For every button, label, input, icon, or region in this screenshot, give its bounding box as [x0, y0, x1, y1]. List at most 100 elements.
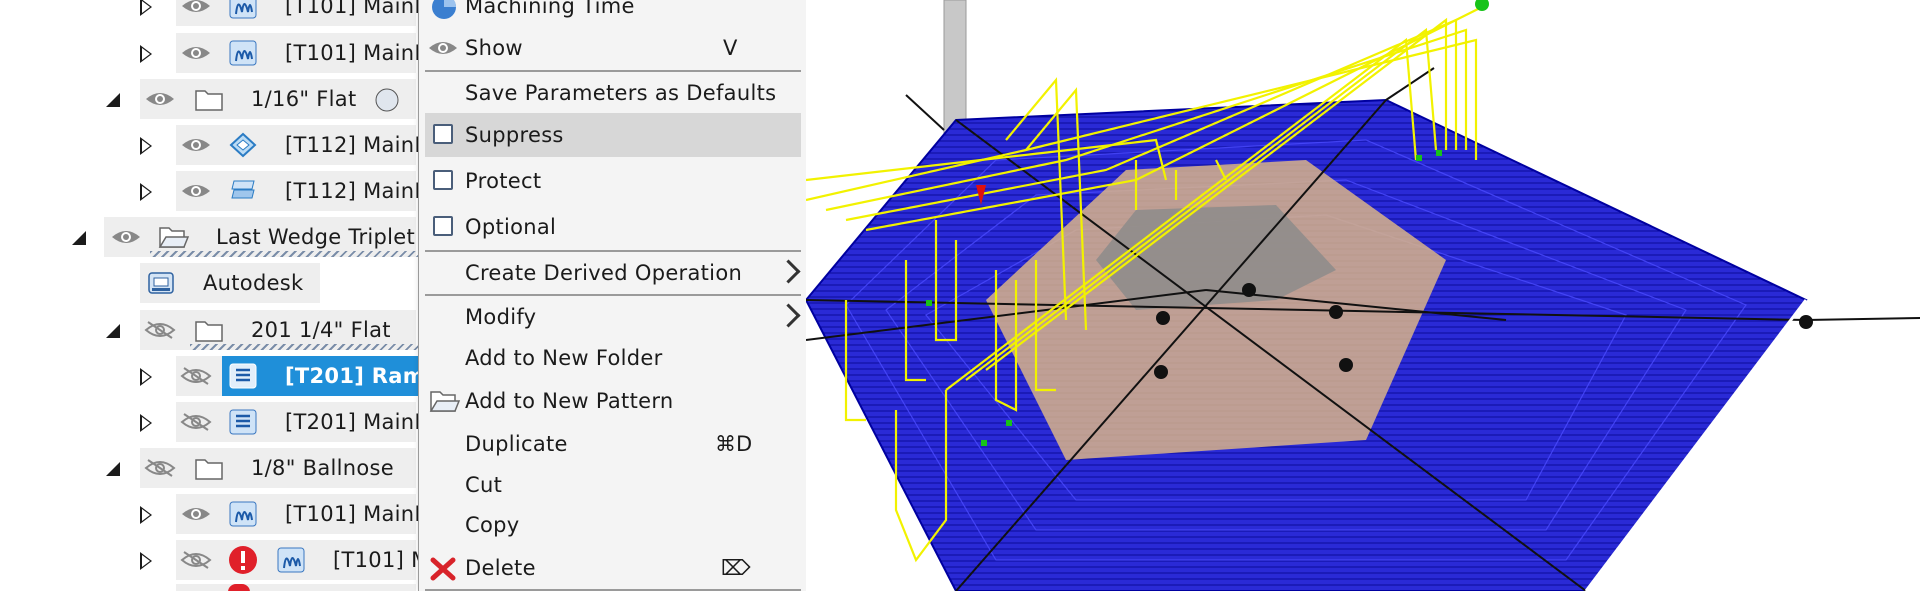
shortcut-label: V — [723, 36, 738, 60]
tree-row-operation[interactable]: [T112] MainH — [0, 125, 418, 165]
expand-arrow-icon[interactable] — [140, 506, 152, 524]
expand-arrow-icon[interactable] — [140, 368, 152, 386]
protect-checkbox[interactable] — [433, 170, 453, 190]
collapse-arrow-icon[interactable] — [72, 231, 86, 245]
tool-icon — [375, 88, 399, 112]
tree-row-machine[interactable]: Autodesk — [0, 263, 418, 303]
toolpath-2d-icon — [229, 0, 257, 19]
menu-item-copy[interactable]: Copy — [425, 505, 801, 545]
menu-separator — [425, 70, 801, 72]
tree-row-label: Last Wedge Triplet — [216, 225, 416, 249]
tree-row-operation-error[interactable]: [T101] M — [0, 540, 418, 580]
tree-row-operation[interactable]: [T101] MainH — [0, 0, 418, 26]
menu-item-label: Protect — [465, 169, 542, 193]
machine-icon — [148, 272, 174, 294]
collapse-arrow-icon[interactable] — [106, 324, 120, 338]
toolpath-2d-icon — [229, 501, 257, 527]
menu-item-label: Suppress — [465, 123, 564, 147]
eye-off-icon[interactable] — [180, 366, 212, 386]
eye-icon[interactable] — [180, 0, 212, 16]
tree-row-setup[interactable]: Last Wedge Triplet — [0, 217, 418, 257]
tree-row-label: [T112] MainH — [285, 179, 418, 203]
eye-off-icon[interactable] — [144, 458, 176, 478]
menu-item-label: Duplicate — [465, 432, 568, 456]
expand-arrow-icon[interactable] — [140, 183, 152, 201]
setup-folder-icon — [158, 227, 190, 248]
menu-item-label: Create Derived Operation — [465, 261, 743, 285]
toolpath-simulation-view[interactable] — [806, 0, 1920, 591]
tree-row-operation-selected[interactable]: [T201] Ramp — [0, 356, 418, 396]
tree-row-operation[interactable]: [T101] MainH — [0, 33, 418, 73]
forward-delete-icon: ⌦ — [721, 556, 751, 580]
menu-item-suppress[interactable]: Suppress — [425, 113, 801, 157]
eye-icon[interactable] — [144, 89, 176, 109]
folder-icon — [195, 459, 223, 480]
menu-item-add-to-new-pattern[interactable]: Add to New Pattern — [425, 381, 801, 421]
expand-arrow-icon[interactable] — [140, 552, 152, 570]
ramp-icon — [229, 409, 257, 435]
collapse-arrow-icon[interactable] — [106, 93, 120, 107]
menu-item-show[interactable]: Show V — [425, 28, 801, 68]
tree-row-label: 1/8" Ballnose — [251, 456, 394, 480]
eye-off-icon[interactable] — [144, 320, 176, 340]
expand-arrow-icon[interactable] — [140, 137, 152, 155]
tree-row-label: 201 1/4" Flat — [251, 318, 391, 342]
tree-row-operation[interactable]: [T112] MainH — [0, 171, 418, 211]
menu-item-add-to-new-folder[interactable]: Add to New Folder — [425, 338, 801, 378]
chevron-right-icon — [776, 259, 801, 284]
tree-row-tool-folder[interactable]: 1/16" Flat — [0, 79, 418, 119]
suppress-checkbox[interactable] — [433, 124, 453, 144]
menu-separator — [425, 294, 801, 296]
menu-separator — [425, 250, 801, 252]
tree-row-operation[interactable]: [T101] MainH — [0, 494, 418, 534]
optional-checkbox[interactable] — [433, 216, 453, 236]
chevron-right-icon — [776, 303, 801, 328]
tree-row-label: Autodesk — [203, 271, 304, 295]
eye-icon[interactable] — [180, 135, 212, 155]
context-menu: Machining Time Show V Save Parameters as… — [418, 0, 808, 591]
menu-item-label: Copy — [465, 513, 520, 537]
menu-item-delete[interactable]: Delete ⌦ — [425, 548, 801, 588]
expand-arrow-icon[interactable] — [140, 45, 152, 63]
menu-item-cut[interactable]: Cut — [425, 465, 801, 505]
menu-item-label: Modify — [465, 305, 537, 329]
eye-icon[interactable] — [180, 504, 212, 524]
menu-item-label: Add to New Folder — [465, 346, 663, 370]
tree-row-tool-folder[interactable]: 1/8" Ballnose — [0, 448, 418, 488]
menu-item-protect[interactable]: Protect — [425, 161, 801, 201]
toolpath-2d-icon — [229, 40, 257, 66]
tree-row-label: 1/16" Flat — [251, 87, 357, 111]
eye-icon[interactable] — [110, 227, 142, 247]
eye-icon[interactable] — [180, 43, 212, 63]
menu-item-duplicate[interactable]: Duplicate ⌘D — [425, 424, 801, 464]
delete-icon — [430, 557, 456, 581]
folder-icon — [195, 321, 223, 342]
ramp-icon — [229, 363, 257, 389]
invalid-underline — [190, 344, 418, 350]
collapse-arrow-icon[interactable] — [106, 462, 120, 476]
expand-arrow-icon[interactable] — [140, 0, 152, 16]
invalid-underline — [150, 251, 418, 257]
tree-row-label: [T112] MainH — [285, 133, 418, 157]
tree-row-tool-folder[interactable]: 201 1/4" Flat — [0, 310, 418, 350]
menu-item-machining-time[interactable]: Machining Time — [425, 0, 801, 26]
clock-icon — [432, 0, 456, 19]
menu-item-label: Add to New Pattern — [465, 389, 674, 413]
menu-item-label: Cut — [465, 473, 503, 497]
expand-arrow-icon[interactable] — [140, 414, 152, 432]
eye-off-icon[interactable] — [180, 550, 212, 570]
eye-icon — [429, 42, 457, 54]
menu-item-optional[interactable]: Optional — [425, 207, 801, 247]
eye-icon[interactable] — [180, 181, 212, 201]
menu-item-label: Save Parameters as Defaults — [465, 81, 777, 105]
shortcut-label: ⌘D — [715, 432, 753, 456]
toolpath-2d-icon — [277, 547, 305, 573]
tree-row-label: [T101] MainH — [285, 41, 418, 65]
canvas-viewport[interactable] — [806, 0, 1920, 591]
menu-item-save-parameters-as-defaults[interactable]: Save Parameters as Defaults — [425, 73, 801, 113]
eye-off-icon[interactable] — [180, 412, 212, 432]
menu-item-modify[interactable]: Modify — [425, 297, 801, 337]
tree-row-operation[interactable]: [T201] MainH — [0, 402, 418, 442]
menu-item-create-derived-operation[interactable]: Create Derived Operation — [425, 253, 801, 293]
tree-row-label: [T101] MainH — [285, 502, 418, 526]
